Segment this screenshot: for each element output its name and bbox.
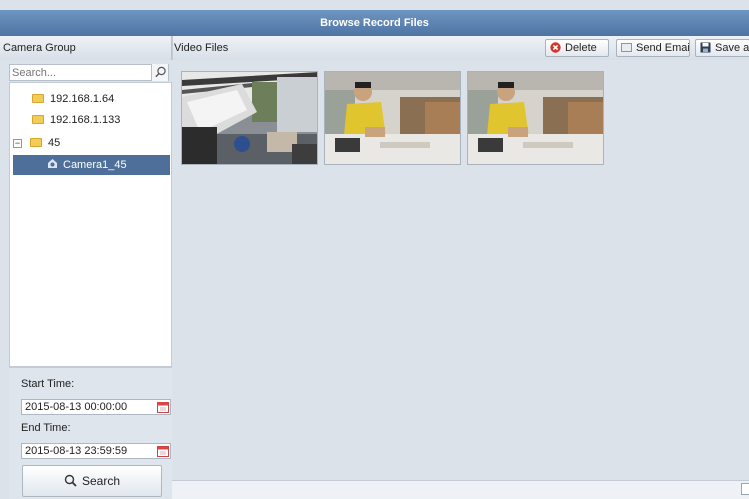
start-time-label: Start Time: [21,378,75,390]
expand-handle[interactable] [741,483,749,495]
browse-record-files-window: Browse Record Files Camera Group Video F… [0,0,749,499]
camera-search-box[interactable] [9,64,169,81]
save-icon [700,42,711,53]
send-email-button[interactable]: Send Email [616,39,690,57]
camera-icon [48,159,57,168]
video-thumbnail-3[interactable] [467,71,604,165]
tree-item-192-168-1-133[interactable]: 192.168.1.133 [32,110,162,130]
search-button[interactable]: Search [22,465,162,497]
start-time-value: 2015-08-13 00:00:00 [25,401,128,413]
end-time-label: End Time: [21,422,71,434]
status-bar [172,480,749,499]
delete-icon [550,42,561,53]
save-as-button[interactable]: Save as [695,39,749,57]
search-icon[interactable] [151,64,168,81]
folder-icon [32,115,44,124]
save-as-label: Save as [715,42,749,54]
search-button-label: Search [81,474,121,488]
video-files-header: Video Files [174,42,229,54]
delete-label: Delete [565,42,597,54]
video-files-toolbar: Video Files Delete Send Email Save as [172,36,749,60]
video-files-area [172,60,749,480]
collapse-icon[interactable]: − [13,139,22,148]
folder-icon [32,94,44,103]
tree-item-label: Camera1_45 [63,159,127,171]
calendar-icon[interactable] [157,401,169,413]
folder-icon [30,138,42,147]
tree-item-label: 192.168.1.133 [50,114,121,126]
camera-search-input[interactable] [12,65,150,80]
email-icon [621,43,632,52]
tree-item-45[interactable]: − 45 [10,133,160,153]
video-thumbnail-2[interactable] [324,71,461,165]
calendar-icon[interactable] [157,445,169,457]
end-time-field[interactable]: 2015-08-13 23:59:59 [21,443,171,459]
tree-item-label: 45 [48,137,61,149]
end-time-value: 2015-08-13 23:59:59 [25,445,128,457]
camera-tree: 192.168.1.64 192.168.1.133 − 45 Camera1_… [9,82,172,367]
tree-item-label: 192.168.1.64 [50,93,115,105]
send-email-label: Send Email [636,42,690,54]
camera-group-header: Camera Group [0,36,172,60]
delete-button[interactable]: Delete [545,39,609,57]
time-filter-panel: Start Time: 2015-08-13 00:00:00 End Time… [9,367,172,499]
window-title: Browse Record Files [0,10,749,36]
tree-item-192-168-1-64[interactable]: 192.168.1.64 [32,89,162,109]
tree-item-camera1-45[interactable]: Camera1_45 [13,155,170,175]
search-icon [64,474,77,487]
video-thumbnail-1[interactable] [181,71,318,165]
start-time-field[interactable]: 2015-08-13 00:00:00 [21,399,171,415]
